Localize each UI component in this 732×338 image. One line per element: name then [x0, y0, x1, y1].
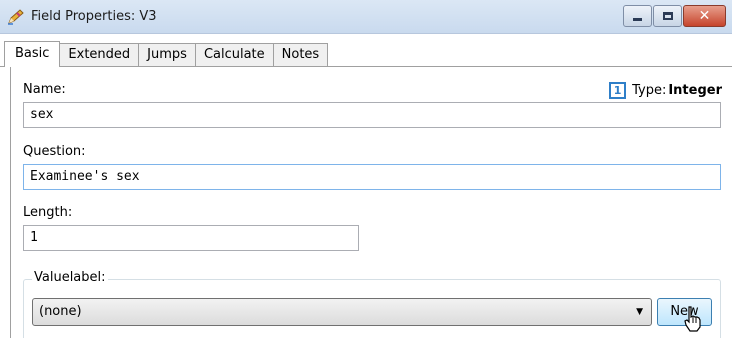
tab-strip: Basic Extended Jumps Calculate Notes: [4, 41, 329, 67]
integer-type-icon: 1: [609, 82, 627, 99]
window-title: Field Properties: V3: [31, 9, 157, 24]
chevron-down-icon[interactable]: ▼: [636, 299, 643, 325]
question-input[interactable]: Examinee's sex: [23, 164, 721, 190]
minimize-button[interactable]: [623, 5, 652, 27]
maximize-button[interactable]: [653, 5, 682, 27]
tab-calculate[interactable]: Calculate: [194, 43, 274, 67]
maximize-icon: [662, 12, 673, 20]
type-value: Integer: [668, 83, 722, 98]
close-icon: ✕: [698, 8, 711, 24]
tab-notes[interactable]: Notes: [272, 43, 329, 67]
type-indicator: 1 Type: Integer: [609, 82, 722, 99]
hand-cursor-icon: [684, 306, 701, 332]
valuelabel-selected-value: (none): [39, 304, 82, 319]
length-label: Length:: [23, 205, 73, 220]
question-label: Question:: [23, 144, 86, 159]
tab-basic[interactable]: Basic: [4, 41, 61, 67]
tab-jumps[interactable]: Jumps: [138, 43, 196, 67]
title-bar: Field Properties: V3 ✕: [0, 0, 732, 34]
length-input[interactable]: 1: [23, 225, 359, 251]
type-label: Type:: [632, 83, 667, 98]
name-label: Name:: [23, 82, 66, 97]
tab-extended[interactable]: Extended: [59, 43, 140, 67]
name-input[interactable]: sex: [23, 102, 721, 128]
pencil-icon: [8, 9, 24, 25]
close-button[interactable]: ✕: [683, 5, 726, 27]
valuelabel-select[interactable]: (none) ▼: [32, 298, 652, 326]
window-controls: ✕: [622, 5, 726, 27]
minimize-icon: [633, 17, 642, 21]
valuelabel-legend: Valuelabel:: [32, 270, 108, 285]
